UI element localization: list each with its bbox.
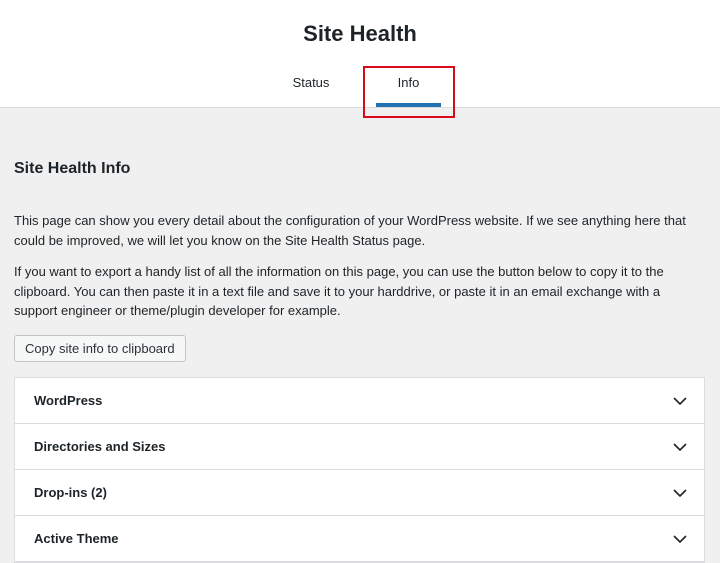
site-info-accordion: WordPress Directories and Sizes Drop-ins…	[14, 377, 705, 563]
tab-bar: Status Info	[0, 62, 720, 107]
tab-info[interactable]: Info	[376, 62, 441, 107]
chevron-down-icon	[673, 443, 687, 452]
active-tab-indicator	[376, 103, 441, 107]
chevron-down-icon	[673, 489, 687, 498]
section-title: Site Health Info	[14, 160, 131, 177]
page-title: Site Health	[303, 21, 417, 46]
accordion-item-wordpress[interactable]: WordPress	[15, 378, 704, 424]
tab-status[interactable]: Status	[286, 62, 336, 107]
accordion-label: WordPress	[34, 393, 103, 408]
accordion-label: Directories and Sizes	[34, 439, 166, 454]
intro-paragraph: This page can show you every detail abou…	[14, 213, 686, 248]
accordion-label: Active Theme	[34, 531, 119, 546]
accordion-item-drop-ins[interactable]: Drop-ins (2)	[15, 470, 704, 516]
chevron-down-icon	[673, 535, 687, 544]
site-health-header: Site Health Status Info	[0, 0, 720, 108]
export-paragraph: If you want to export a handy list of al…	[14, 264, 664, 318]
accordion-label: Drop-ins (2)	[34, 485, 107, 500]
accordion-item-active-theme[interactable]: Active Theme	[15, 516, 704, 562]
accordion-item-directories-and-sizes[interactable]: Directories and Sizes	[15, 424, 704, 470]
chevron-down-icon	[673, 397, 687, 406]
copy-site-info-button[interactable]: Copy site info to clipboard	[14, 335, 186, 362]
